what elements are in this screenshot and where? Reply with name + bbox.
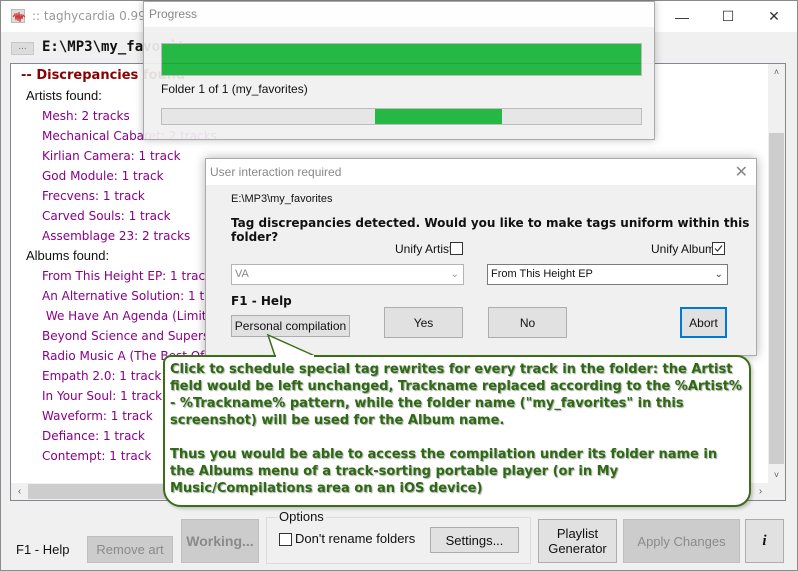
vertical-scroll-thumb[interactable] [769, 133, 784, 464]
overall-progress-bar [161, 43, 642, 76]
working-button[interactable]: Working... [181, 519, 259, 563]
waveform-icon [11, 9, 26, 23]
artist-dropdown[interactable]: VA ⌄ [231, 264, 464, 285]
progress-status: Folder 1 of 1 (my_favorites) [161, 82, 308, 96]
checkmark-icon [714, 245, 723, 252]
progress-title: Progress [149, 7, 198, 21]
unify-artist-label[interactable]: Unify Artist [395, 242, 452, 256]
dialog-title: User interaction required [210, 165, 342, 179]
progress-midline [162, 63, 641, 64]
info-button[interactable]: i [745, 519, 784, 563]
close-button[interactable]: ✕ [751, 1, 797, 32]
unify-album-label[interactable]: Unify Album [651, 242, 715, 256]
tooltip-paragraph: Click to schedule special tag rewrites f… [170, 362, 742, 428]
artist-dropdown-value: VA [235, 268, 249, 280]
yes-button[interactable]: Yes [384, 307, 463, 338]
album-dropdown[interactable]: From This Height EP ⌄ [487, 264, 728, 285]
dialog-help-hint: F1 - Help [231, 294, 292, 308]
scroll-down-arrow-icon[interactable]: ˅ [768, 467, 785, 484]
minimize-button[interactable]: — [659, 1, 705, 32]
chevron-down-icon: ⌄ [450, 269, 459, 280]
vertical-scrollbar[interactable]: ˄ ˅ [768, 64, 785, 484]
apply-changes-button[interactable]: Apply Changes [623, 519, 740, 563]
settings-button[interactable]: Settings... [430, 527, 519, 553]
album-dropdown-value: From This Height EP [491, 268, 593, 280]
dialog-question: Tag discrepancies detected. Would you li… [231, 216, 750, 244]
no-button[interactable]: No [488, 307, 567, 338]
folder-progress-bar [161, 108, 642, 125]
dialog-title-bar[interactable]: User interaction required ✕ [206, 159, 756, 185]
scroll-up-arrow-icon[interactable]: ˄ [768, 64, 785, 81]
user-interaction-dialog: User interaction required ✕ E:\MP3\my_fa… [205, 158, 757, 356]
chevron-down-icon: ⌄ [714, 269, 723, 280]
overall-progress-fill [162, 44, 641, 75]
personal-compilation-tooltip: Click to schedule special tag rewrites f… [163, 355, 751, 507]
playlist-line2: Generator [548, 541, 607, 556]
tooltip-text: Click to schedule special tag rewrites f… [170, 361, 745, 514]
personal-compilation-button[interactable]: Personal compilation [231, 315, 350, 337]
progress-title-bar[interactable]: Progress [144, 2, 654, 27]
dialog-close-icon[interactable]: ✕ [735, 162, 748, 182]
marquee-segment [375, 109, 503, 124]
playlist-generator-button[interactable]: Playlist Generator [538, 519, 617, 563]
browse-folder-button[interactable]: ... [11, 42, 34, 55]
playlist-line1: Playlist [556, 526, 599, 541]
tooltip-paragraph: Thus you would be able to access the com… [170, 447, 718, 496]
dont-rename-folders-label[interactable]: Don't rename folders [295, 531, 415, 546]
dont-rename-folders-checkbox[interactable] [279, 533, 292, 546]
scrollbar-corner [768, 483, 785, 500]
maximize-button[interactable]: ☐ [705, 1, 751, 32]
scroll-left-arrow-icon[interactable]: ‹ [11, 483, 28, 500]
remove-art-button[interactable]: Remove art [87, 536, 173, 563]
unify-album-checkbox[interactable] [712, 242, 725, 255]
abort-button[interactable]: Abort [680, 307, 727, 338]
unify-artist-checkbox[interactable] [450, 242, 463, 255]
progress-dialog: Progress Folder 1 of 1 (my_favorites) [143, 1, 655, 140]
scroll-right-arrow-icon[interactable]: › [752, 483, 769, 500]
dialog-path: E:\MP3\my_favorites [231, 193, 333, 205]
playlist-generator-label: Playlist Generator [548, 526, 607, 556]
help-hint: F1 - Help [16, 542, 70, 557]
